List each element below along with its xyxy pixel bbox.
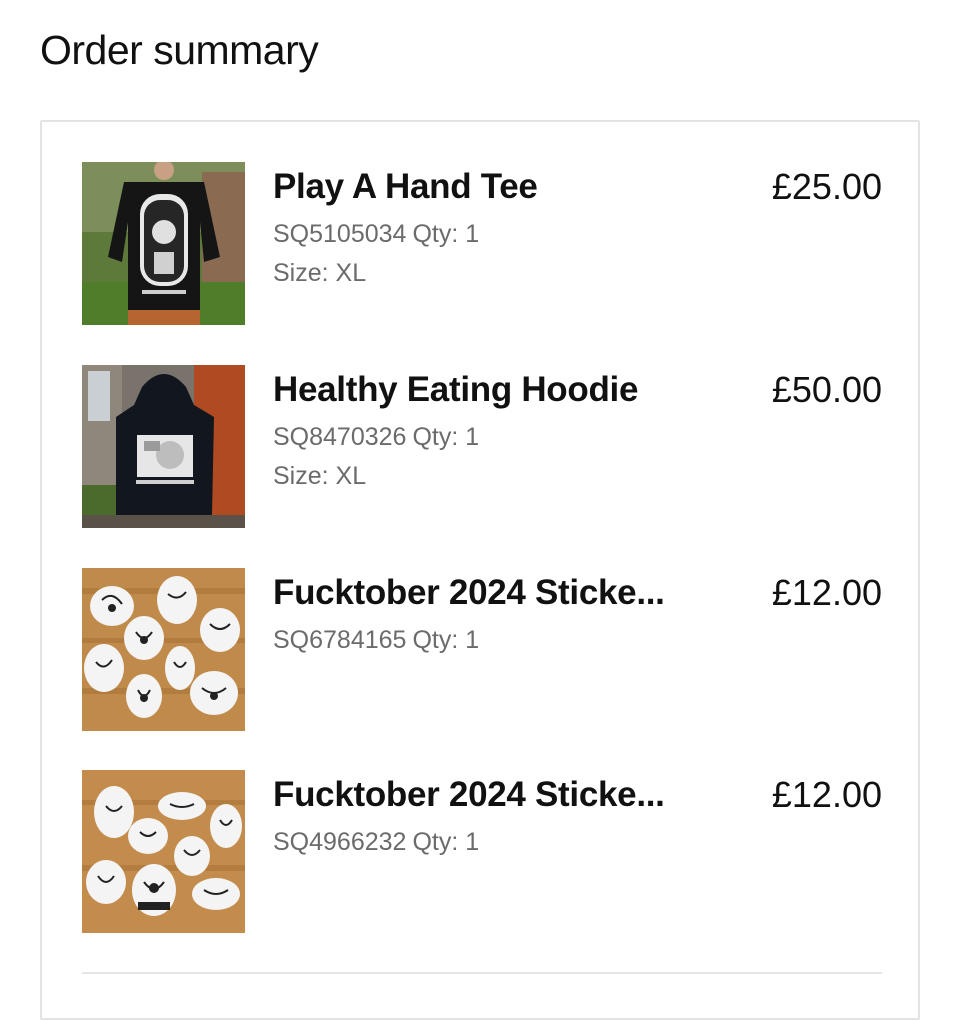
item-name[interactable]: Fucktober 2024 Sticke... [273,774,743,816]
order-item[interactable]: Play A Hand Tee £25.00 SQ5105034 Qty: 1 S… [82,162,882,326]
page-title: Order summary [40,27,319,73]
item-size: Size: XL [273,259,367,287]
item-name[interactable]: Healthy Eating Hoodie [273,369,743,411]
item-qty: Qty: 1 [412,423,480,451]
item-price: £12.00 [771,572,882,613]
item-sku-qty: SQ5105034 Qty: 1 [273,218,479,250]
item-sku-qty: SQ6784165 Qty: 1 [273,624,479,656]
product-image-tee[interactable] [82,162,245,325]
order-item[interactable]: Fucktober 2024 Sticke... £12.00 SQ678416… [82,568,882,732]
order-item[interactable]: Healthy Eating Hoodie £50.00 SQ8470326 Qt… [82,365,882,529]
item-price: £12.00 [771,774,882,815]
item-sku: SQ4966232 [273,828,407,856]
item-qty: Qty: 1 [412,828,480,856]
product-image-stickers[interactable] [82,568,245,731]
item-size: Size: XL [273,462,367,490]
order-summary-card: Play A Hand Tee £25.00 SQ5105034 Qty: 1 S… [40,120,920,1020]
order-item[interactable]: Fucktober 2024 Sticke... £12.00 SQ496623… [82,770,882,934]
item-price: £25.00 [771,166,882,207]
item-sku: SQ5105034 [273,220,407,248]
item-qty: Qty: 1 [412,220,480,248]
item-name[interactable]: Play A Hand Tee [273,166,743,208]
product-image-hoodie[interactable] [82,365,245,528]
product-image-stickers[interactable] [82,770,245,933]
item-sku-qty: SQ4966232 Qty: 1 [273,826,479,858]
divider [82,972,882,974]
item-price: £50.00 [771,369,882,410]
item-sku: SQ8470326 [273,423,407,451]
item-qty: Qty: 1 [412,626,480,654]
item-sku-qty: SQ8470326 Qty: 1 [273,421,479,453]
item-sku: SQ6784165 [273,626,407,654]
item-name[interactable]: Fucktober 2024 Sticke... [273,572,743,614]
